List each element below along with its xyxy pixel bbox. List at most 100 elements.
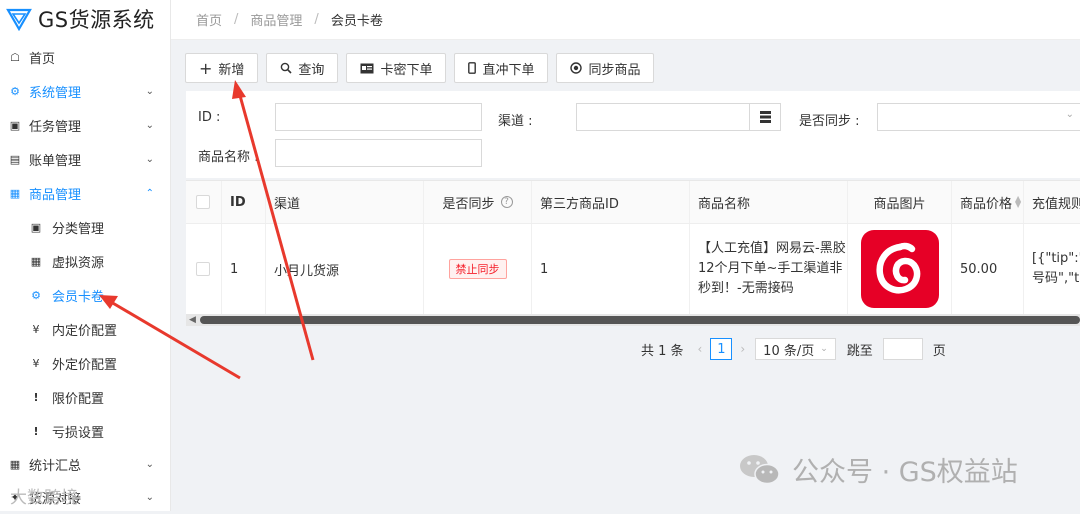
scrollbar-thumb[interactable] (200, 316, 1080, 324)
brand-watermark: 大数跨境 (10, 488, 78, 508)
calendar-icon: ▦ (9, 186, 21, 200)
exclamation-icon: ! (33, 390, 39, 404)
chevron-down-icon: ⌄ (145, 491, 154, 503)
page-size-value: 10 条/页 (763, 343, 815, 359)
wechat-watermark: 公众号 · GS权益站 (738, 450, 1018, 489)
sidebar-item-external-price[interactable]: ¥ 外定价配置 (0, 346, 170, 380)
sidebar-item-label: 会员卡卷 (52, 289, 105, 305)
home-icon: ☖ (10, 50, 20, 64)
query-button-label: 查询 (298, 62, 325, 78)
id-input[interactable] (275, 103, 482, 131)
column-header-third-party-id[interactable]: 第三方商品ID (532, 181, 690, 223)
table-icon: ▦ (9, 457, 21, 471)
horizontal-scrollbar[interactable]: ◀ (186, 314, 1080, 326)
sort-icon[interactable]: ▲ ▼ (1015, 195, 1021, 209)
calendar-icon: ▦ (30, 254, 42, 268)
sidebar-item-bills[interactable]: ▤ 账单管理 ⌄ (0, 142, 170, 176)
list-icon (759, 111, 771, 123)
direct-order-button[interactable]: 直冲下单 (454, 53, 549, 83)
column-header-channel[interactable]: 渠道 (266, 181, 424, 223)
column-header-product-name[interactable]: 商品名称 (690, 181, 848, 223)
product-name-input[interactable] (275, 139, 482, 167)
column-header-recharge-rule[interactable]: 充值规则 (1024, 181, 1080, 223)
breadcrumb-current: 会员卡卷 (330, 14, 383, 29)
breadcrumb: 首页 / 商品管理 / 会员卡卷 (171, 0, 1080, 40)
column-header-product-image[interactable]: 商品图片 (848, 181, 952, 223)
gs-logo-icon (6, 8, 32, 31)
exclamation-icon: ! (33, 424, 39, 438)
row-price: 50.00 (952, 224, 1024, 314)
sidebar-item-label: 统计汇总 (29, 458, 82, 474)
status-badge: 禁止同步 (448, 259, 507, 279)
chevron-down-icon: ⌄ (145, 119, 154, 131)
channel-picker-button[interactable] (749, 104, 780, 130)
channel-input[interactable] (576, 103, 781, 131)
page-size-select[interactable]: 10 条/页 ⌄ (755, 338, 836, 360)
sidebar-item-label: 任务管理 (29, 119, 82, 135)
sidebar-item-categories[interactable]: ▣ 分类管理 (0, 210, 170, 244)
row-checkbox[interactable] (196, 262, 210, 276)
column-header-synced-label: 是否同步 (442, 196, 495, 212)
row-product-image-cell (848, 224, 952, 314)
table-header: ID 渠道 是否同步 ? 第三方商品ID 商品名称 商品图片 商品价格 ▲ ▼ 充… (186, 181, 1080, 224)
sidebar-item-virtual-resources[interactable]: ▦ 虚拟资源 (0, 244, 170, 278)
breadcrumb-products[interactable]: 商品管理 (250, 10, 302, 29)
jump-page-input[interactable] (882, 338, 923, 360)
gear-outline-icon: ⚙ (31, 288, 41, 302)
chevron-down-icon: ⌄ (145, 85, 154, 97)
row-sync-cell: 禁止同步 (424, 224, 532, 314)
sidebar-item-label: 分类管理 (52, 221, 105, 237)
sidebar-item-statistics[interactable]: ▦ 统计汇总 ⌄ (0, 447, 170, 481)
page-number-current[interactable]: 1 (710, 338, 733, 360)
channel-label: 渠道 : (498, 114, 533, 129)
sidebar-item-label: 外定价配置 (52, 357, 118, 373)
select-all-checkbox[interactable] (196, 195, 210, 209)
netease-music-logo[interactable] (860, 229, 940, 309)
app-title: GS货源系统 (38, 8, 155, 32)
next-page-icon[interactable]: › (740, 342, 745, 356)
table-row[interactable]: 1 小月儿货源 禁止同步 1 【人工充值】网易云-黑胶 12个月下单~手工渠道非… (186, 224, 1080, 314)
app-logo[interactable]: GS货源系统 (0, 0, 170, 38)
row-id: 1 (222, 224, 266, 314)
scroll-left-icon[interactable]: ◀ (189, 314, 196, 326)
sidebar-item-loss-settings[interactable]: ! 亏损设置 (0, 414, 170, 448)
sidebar-item-home[interactable]: ☖ 首页 (0, 40, 170, 74)
synced-select[interactable]: ⌄ (877, 103, 1080, 131)
sidebar-item-price-limit[interactable]: ! 限价配置 (0, 380, 170, 414)
prev-page-icon[interactable]: ‹ (698, 342, 703, 356)
sidebar-item-system[interactable]: ⚙ 系统管理 ⌄ (0, 74, 170, 108)
chevron-down-icon: ⌄ (820, 344, 828, 354)
sync-products-button[interactable]: 同步商品 (556, 53, 655, 83)
sidebar-item-internal-price[interactable]: ¥ 内定价配置 (0, 312, 170, 346)
select-all-cell (186, 181, 222, 223)
chevron-down-icon: ⌄ (145, 153, 154, 165)
add-button[interactable]: + 新增 (185, 53, 259, 83)
product-name-line: 【人工充值】网易云-黑胶 (698, 241, 846, 256)
column-header-synced[interactable]: 是否同步 ? (424, 181, 532, 223)
breadcrumb-separator: / (314, 12, 319, 27)
money-icon: ▤ (9, 152, 21, 166)
breadcrumb-separator: / (234, 12, 239, 27)
breadcrumb-home[interactable]: 首页 (196, 10, 222, 29)
column-header-id[interactable]: ID (222, 181, 266, 223)
recharge-rule-line: 号码","tit (1032, 271, 1080, 286)
cubes-icon: ▣ (30, 220, 42, 234)
wechat-icon (740, 454, 780, 484)
sidebar-item-label: 商品管理 (29, 187, 82, 203)
sidebar-item-member-cards[interactable]: ⚙ 会员卡卷 (0, 278, 170, 312)
yen-icon: ¥ (32, 322, 40, 336)
product-name-line: 12个月下单~手工渠道非 (698, 261, 843, 276)
sidebar-item-label: 内定价配置 (52, 323, 118, 339)
total-count: 共 1 条 (641, 343, 684, 359)
query-button[interactable]: 查询 (266, 53, 339, 83)
column-header-price[interactable]: 商品价格 ▲ ▼ (952, 181, 1024, 223)
recharge-rule-line: [{"tip":"请 (1032, 251, 1080, 266)
wechat-watermark-text: 公众号 · GS权益站 (792, 457, 1018, 488)
question-circle-icon[interactable]: ? (500, 196, 513, 208)
product-name-line: 秒到！-无需接码 (698, 281, 794, 296)
toolbar: + 新增 查询 卡密下单 直冲下单 同步商品 (185, 53, 662, 83)
row-channel: 小月儿货源 (266, 224, 424, 314)
sidebar-item-tasks[interactable]: ▣ 任务管理 ⌄ (0, 108, 170, 142)
sidebar-item-products[interactable]: ▦ 商品管理 ⌃ (0, 176, 170, 210)
card-order-button[interactable]: 卡密下单 (346, 53, 447, 83)
